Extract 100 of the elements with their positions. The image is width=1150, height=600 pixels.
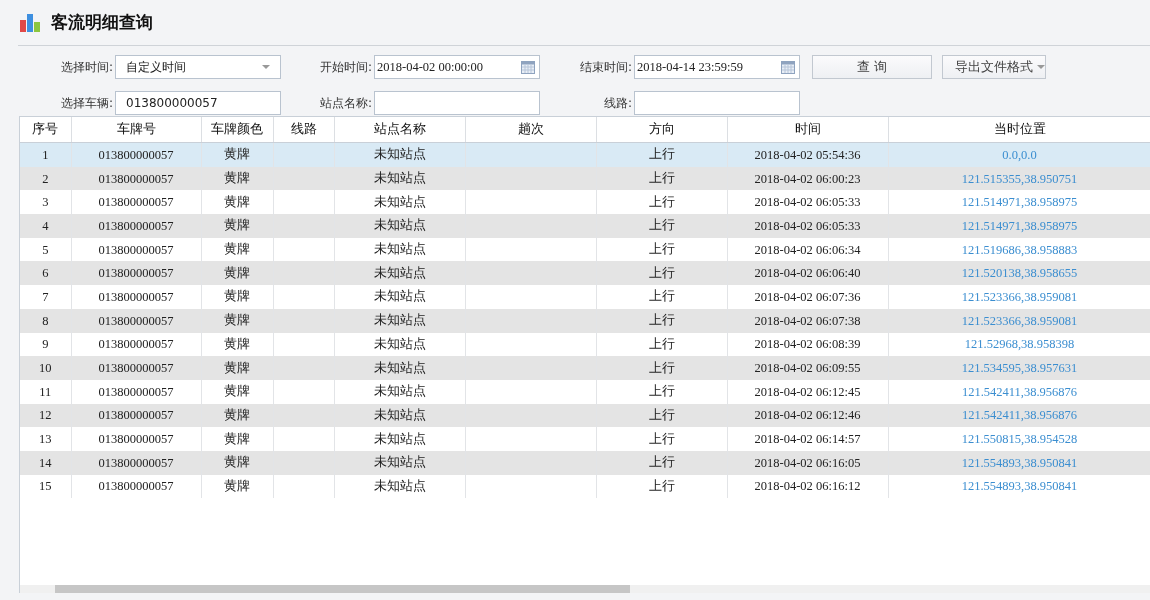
table-cell: 2018-04-02 05:54:36 xyxy=(754,147,861,162)
table-cell: 10 xyxy=(39,361,52,376)
table-cell: 上行 xyxy=(648,383,675,399)
table-row[interactable]: 8 013800000057 黄牌 未知站点 上行 2018-04-02 06:07:38 121.523366,38.959081 xyxy=(20,308,1150,333)
input-field[interactable]: 013800000057 xyxy=(115,91,281,115)
table-row[interactable]: 4 013800000057 黄牌 未知站点 上行 2018-04-02 06:05:33 121.514971,38.958975 xyxy=(20,214,1150,238)
caret-icon xyxy=(262,65,270,69)
table-row[interactable]: 14 013800000057 黄牌 未知站点 上行 2018-04-02 06:16:05 121.554893,38.950841 xyxy=(20,450,1150,475)
column-header[interactable]: 车牌号 xyxy=(71,117,201,143)
bar-chart-icon xyxy=(19,12,41,33)
date-field[interactable]: 2018-04-14 23:59:59 xyxy=(634,55,800,79)
table-cell: 2018-04-02 06:12:46 xyxy=(754,408,861,423)
input-field[interactable] xyxy=(634,91,800,115)
field-label: 站点名称: xyxy=(318,94,373,112)
location-link[interactable]: 121.52968,38.958398 xyxy=(964,337,1075,352)
table-cell: 2018-04-02 06:09:55 xyxy=(754,361,861,376)
table-cell: 013800000057 xyxy=(98,242,174,257)
table-cell: 黄牌 xyxy=(224,454,250,470)
table-cell: 5 xyxy=(42,242,49,257)
location-link[interactable]: 121.523366,38.959081 xyxy=(961,289,1078,304)
table-row[interactable]: 2 013800000057 黄牌 未知站点 上行 2018-04-02 06:00:23 121.515355,38.950751 xyxy=(20,166,1150,191)
table-cell: 上行 xyxy=(648,217,675,233)
table-cell: 2018-04-02 06:05:33 xyxy=(754,195,861,210)
column-header[interactable]: 序号 xyxy=(20,117,71,143)
table-cell: 013800000057 xyxy=(98,337,174,352)
table-row[interactable]: 11 013800000057 黄牌 未知站点 上行 2018-04-02 06:12:45 121.542411,38.956876 xyxy=(20,379,1150,404)
table-row[interactable]: 7 013800000057 黄牌 未知站点 上行 2018-04-02 06:07:36 121.523366,38.959081 xyxy=(20,285,1150,309)
table-row[interactable]: 10 013800000057 黄牌 未知站点 上行 2018-04-02 06:09:55 121.534595,38.957631 xyxy=(20,356,1150,380)
table-row[interactable]: 1 013800000057 黄牌 未知站点 上行 2018-04-02 05:54:36 0.0,0.0 xyxy=(20,142,1150,167)
table-row[interactable]: 13 013800000057 黄牌 未知站点 上行 2018-04-02 06:14:57 121.550815,38.954528 xyxy=(20,427,1150,451)
table-cell: 013800000057 xyxy=(98,432,174,447)
table-cell: 上行 xyxy=(648,264,675,280)
table-cell: 上行 xyxy=(648,193,675,209)
table-cell: 2018-04-02 06:08:39 xyxy=(754,337,861,352)
table-cell: 未知站点 xyxy=(373,359,426,375)
table-cell: 上行 xyxy=(648,241,675,257)
table-cell: 黄牌 xyxy=(224,264,250,280)
column-header[interactable]: 车牌颜色 xyxy=(201,117,273,143)
location-link[interactable]: 121.519686,38.958883 xyxy=(961,242,1078,257)
table-cell: 未知站点 xyxy=(373,264,426,280)
location-link[interactable]: 121.554893,38.950841 xyxy=(961,479,1078,494)
table-cell: 013800000057 xyxy=(98,171,174,186)
calendar-icon xyxy=(781,60,795,74)
calendar-icon xyxy=(521,60,535,74)
table-cell: 黄牌 xyxy=(224,406,250,422)
column-header[interactable]: 趟次 xyxy=(465,117,596,143)
table-cell: 未知站点 xyxy=(373,383,426,399)
field-label: 选择时间: xyxy=(59,58,114,76)
table-cell: 黄牌 xyxy=(224,359,250,375)
column-header[interactable]: 线路 xyxy=(273,117,334,143)
table-cell: 2018-04-02 06:07:38 xyxy=(754,313,861,328)
table-cell: 13 xyxy=(39,432,52,447)
table-cell: 013800000057 xyxy=(98,455,174,470)
table-cell: 013800000057 xyxy=(98,313,174,328)
table-cell: 7 xyxy=(42,289,49,304)
date-field[interactable]: 2018-04-02 00:00:00 xyxy=(374,55,540,79)
table-cell: 14 xyxy=(39,455,52,470)
table-row[interactable]: 12 013800000057 黄牌 未知站点 上行 2018-04-02 06:12:46 121.542411,38.956876 xyxy=(20,403,1150,428)
table-cell: 黄牌 xyxy=(224,146,250,162)
table-cell: 黄牌 xyxy=(224,170,250,186)
column-header[interactable]: 当时位置 xyxy=(888,117,1150,143)
table-cell: 未知站点 xyxy=(373,406,426,422)
table-cell: 未知站点 xyxy=(373,335,426,351)
table-cell: 黄牌 xyxy=(224,430,250,446)
table-cell: 未知站点 xyxy=(373,217,426,233)
table-cell: 未知站点 xyxy=(373,288,426,304)
table-cell: 上行 xyxy=(648,146,675,162)
export-button[interactable]: 导出文件格式 xyxy=(942,55,1046,79)
table-cell: 2018-04-02 06:16:12 xyxy=(754,479,861,494)
table-cell: 013800000057 xyxy=(98,408,174,423)
location-link[interactable]: 121.514971,38.958975 xyxy=(961,195,1078,210)
table-cell: 9 xyxy=(42,337,49,352)
column-header[interactable]: 时间 xyxy=(727,117,888,143)
table-cell: 黄牌 xyxy=(224,312,250,328)
table-cell: 黄牌 xyxy=(224,217,250,233)
caret-icon xyxy=(1037,65,1045,69)
table-row[interactable]: 15 013800000057 黄牌 未知站点 上行 2018-04-02 06:16:12 121.554893,38.950841 xyxy=(20,474,1150,499)
table-cell: 黄牌 xyxy=(224,477,250,493)
location-link[interactable]: 121.550815,38.954528 xyxy=(961,432,1078,447)
column-header[interactable]: 站点名称 xyxy=(334,117,465,143)
input-field[interactable] xyxy=(374,91,540,115)
table-cell: 黄牌 xyxy=(224,241,250,257)
field-label: 线路: xyxy=(602,94,633,112)
horizontal-scrollbar[interactable] xyxy=(20,585,1150,593)
table-cell: 黄牌 xyxy=(224,288,250,304)
table-cell: 2018-04-02 06:16:05 xyxy=(754,455,861,470)
table-cell: 12 xyxy=(39,408,52,423)
table-cell: 2018-04-02 06:14:57 xyxy=(754,432,861,447)
table-cell: 013800000057 xyxy=(98,289,174,304)
table-cell: 2018-04-02 06:06:34 xyxy=(754,242,861,257)
column-header[interactable]: 方向 xyxy=(596,117,727,143)
table-cell: 2018-04-02 06:12:45 xyxy=(754,384,861,399)
table-cell: 2 xyxy=(42,171,49,186)
query-button[interactable]: 查 询 xyxy=(812,55,932,79)
table-cell: 未知站点 xyxy=(373,454,426,470)
table-cell: 2018-04-02 06:07:36 xyxy=(754,289,861,304)
table-row[interactable]: 6 013800000057 黄牌 未知站点 上行 2018-04-02 06:06:40 121.520138,38.958655 xyxy=(20,261,1150,286)
table-cell: 上行 xyxy=(648,477,675,493)
time-select[interactable]: 自定义时间 xyxy=(115,55,281,79)
location-link[interactable]: 121.542411,38.956876 xyxy=(961,384,1078,399)
